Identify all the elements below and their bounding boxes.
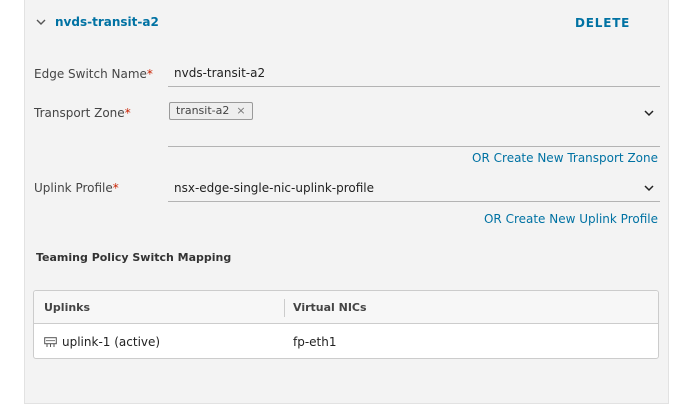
chevron-down-icon[interactable]	[35, 16, 47, 28]
edge-switch-name-label-text: Edge Switch Name	[34, 67, 147, 81]
transport-zone-chip: transit-a2 ×	[169, 102, 253, 120]
transport-zone-underline	[168, 146, 660, 147]
uplink-profile-label: Uplink Profile*	[34, 181, 119, 195]
uplink-cell: uplink-1 (active)	[62, 335, 161, 349]
grid-header: Uplinks Virtual NICs	[34, 291, 658, 324]
transport-zone-dropdown-chevron-icon[interactable]	[643, 107, 655, 119]
transport-zone-label-text: Transport Zone	[34, 106, 125, 120]
network-adapter-icon	[44, 337, 57, 347]
switch-config-panel: nvds-transit-a2 DELETE Edge Switch Name*…	[24, 0, 669, 404]
column-header-uplinks[interactable]: Uplinks	[44, 301, 90, 314]
chip-remove-icon[interactable]: ×	[236, 102, 245, 120]
uplink-profile-select[interactable]: nsx-edge-single-nic-uplink-profile	[174, 181, 374, 195]
uplink-profile-underline	[168, 201, 660, 202]
edge-switch-name-input[interactable]: nvds-transit-a2	[174, 66, 265, 80]
edge-switch-name-label: Edge Switch Name*	[34, 67, 153, 81]
required-mark: *	[124, 106, 131, 120]
column-separator[interactable]	[284, 299, 285, 317]
column-header-virtual-nics[interactable]: Virtual NICs	[293, 301, 367, 314]
virtual-nic-cell[interactable]: fp-eth1	[293, 335, 337, 349]
create-transport-zone-link[interactable]: OR Create New Transport Zone	[472, 151, 658, 165]
chip-label: transit-a2	[176, 104, 230, 117]
delete-button[interactable]: DELETE	[575, 16, 630, 30]
create-uplink-profile-link[interactable]: OR Create New Uplink Profile	[484, 212, 658, 226]
section-title[interactable]: nvds-transit-a2	[55, 15, 159, 29]
teaming-policy-heading: Teaming Policy Switch Mapping	[36, 251, 232, 264]
required-mark: *	[146, 67, 153, 81]
edge-switch-name-underline	[168, 86, 660, 87]
teaming-mapping-grid: Uplinks Virtual NICs uplink-1 (active) f…	[33, 290, 659, 359]
required-mark: *	[112, 181, 119, 195]
uplink-profile-dropdown-chevron-icon[interactable]	[643, 182, 655, 194]
transport-zone-label: Transport Zone*	[34, 106, 131, 120]
uplink-profile-label-text: Uplink Profile	[34, 181, 113, 195]
